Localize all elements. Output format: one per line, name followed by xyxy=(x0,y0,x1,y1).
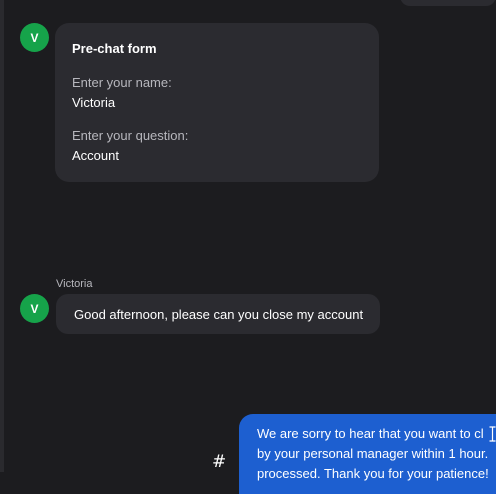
left-panel-edge xyxy=(0,0,4,472)
message-sender-name: Victoria xyxy=(56,278,93,290)
agent-message-line: by your personal manager within 1 hour. xyxy=(257,446,489,461)
hash-symbol[interactable]: # xyxy=(212,452,226,472)
previous-message-bubble xyxy=(400,0,496,6)
prechat-form-card: Pre-chat form Enter your name: Victoria … xyxy=(55,23,379,182)
agent-message-line: We are sorry to hear that you want to cl xyxy=(257,426,484,441)
avatar: V xyxy=(20,23,49,52)
customer-message-bubble: Good afternoon, please can you close my … xyxy=(56,294,381,334)
name-field-label: Enter your name: xyxy=(72,75,172,90)
question-field-label: Enter your question: xyxy=(72,128,189,143)
prechat-form-title: Pre-chat form xyxy=(72,41,157,56)
question-field: Enter your question: Account xyxy=(72,128,362,165)
agent-message-bubble: We are sorry to hear that you want to cl… xyxy=(239,414,496,494)
avatar: V xyxy=(20,294,49,323)
text-cursor-icon xyxy=(489,426,496,442)
name-field: Enter your name: Victoria xyxy=(72,75,362,112)
agent-message-line: processed. Thank you for your patience! xyxy=(257,466,489,481)
name-field-value: Victoria xyxy=(72,95,116,110)
customer-message-text: Good afternoon, please can you close my … xyxy=(74,306,364,322)
question-field-value: Account xyxy=(72,148,119,163)
